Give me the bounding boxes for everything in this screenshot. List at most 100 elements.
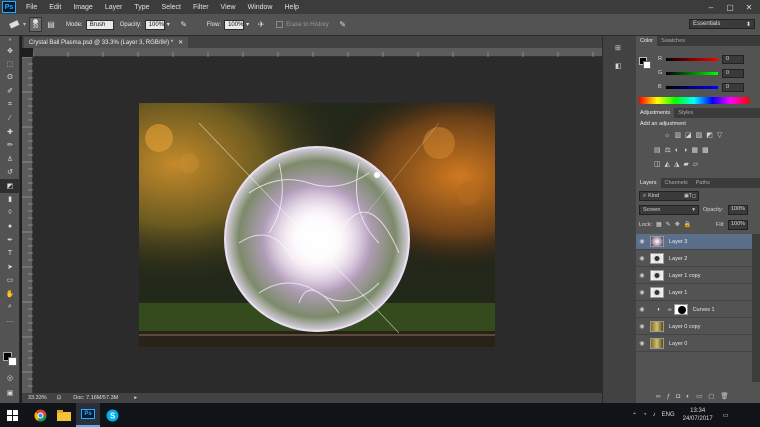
opacity-dropdown-icon[interactable]: ▾ bbox=[167, 21, 170, 28]
channel-b-slider[interactable] bbox=[666, 86, 718, 89]
clone-stamp-tool-icon[interactable]: ♙ bbox=[0, 152, 20, 166]
properties-panel-icon[interactable]: ◧ bbox=[615, 62, 622, 70]
menu-window[interactable]: Window bbox=[242, 4, 279, 11]
skype-icon[interactable]: S bbox=[100, 403, 124, 427]
brush-size-preview[interactable]: 30 bbox=[29, 17, 43, 32]
channel-r-value[interactable]: 0 bbox=[722, 55, 744, 64]
canvas-area[interactable] bbox=[33, 57, 602, 393]
visibility-eye-icon[interactable]: ◉ bbox=[636, 289, 648, 296]
menu-file[interactable]: File bbox=[20, 4, 43, 11]
adjustment-icons-row-1[interactable]: ☼▥◪▨◩▽ bbox=[664, 131, 726, 139]
fill-input[interactable]: 100% bbox=[728, 220, 748, 230]
layer-name[interactable]: Layer 1 bbox=[669, 290, 687, 296]
crop-tool-icon[interactable]: ⌗ bbox=[0, 98, 20, 112]
tab-color[interactable]: Color bbox=[636, 36, 658, 46]
blend-mode-select[interactable]: Screen ▾ bbox=[639, 205, 699, 215]
volume-icon[interactable]: ♪ bbox=[653, 412, 656, 418]
menu-filter[interactable]: Filter bbox=[187, 4, 215, 11]
layer-row-layer-3[interactable]: ◉ Layer 3 bbox=[636, 234, 752, 250]
layer-row-layer-0[interactable]: ◉ Layer 0 bbox=[636, 336, 752, 352]
status-icon[interactable]: ⊡ bbox=[57, 395, 62, 401]
tab-layers[interactable]: Layers bbox=[636, 178, 661, 188]
quick-mask-icon[interactable]: ◎ bbox=[0, 371, 20, 385]
layer-name[interactable]: Layer 0 bbox=[669, 341, 687, 347]
move-tool-icon[interactable]: ✥ bbox=[0, 44, 20, 58]
tab-paths[interactable]: Paths bbox=[692, 178, 714, 188]
action-center-icon[interactable]: ▭ bbox=[723, 412, 729, 419]
layer-name[interactable]: Layer 3 bbox=[669, 239, 687, 245]
tab-styles[interactable]: Styles bbox=[674, 108, 697, 118]
type-tool-icon[interactable]: T bbox=[0, 247, 20, 261]
menu-view[interactable]: View bbox=[215, 4, 242, 11]
language-indicator[interactable]: ENG bbox=[662, 412, 675, 418]
screen-mode-icon[interactable]: ▣ bbox=[0, 386, 20, 400]
channel-r-slider[interactable] bbox=[666, 58, 718, 61]
close-tab-icon[interactable]: ✕ bbox=[178, 39, 183, 46]
eraser-tool-active-icon[interactable]: ◩ bbox=[0, 179, 20, 193]
bg-color-chip[interactable] bbox=[643, 61, 651, 69]
layer-row-curves-1[interactable]: ◉ ◐ ∞ Curves 1 bbox=[636, 302, 752, 318]
tab-swatches[interactable]: Swatches bbox=[657, 36, 689, 46]
more-tools-icon[interactable]: … bbox=[0, 314, 20, 328]
mode-select[interactable]: Brush bbox=[85, 19, 114, 30]
channel-g-slider[interactable] bbox=[666, 72, 718, 75]
quick-selection-tool-icon[interactable]: ✐ bbox=[0, 85, 20, 99]
menu-select[interactable]: Select bbox=[156, 4, 187, 11]
zoom-tool-icon[interactable]: ⌕ bbox=[0, 301, 20, 315]
layer-row-layer-1-copy[interactable]: ◉ Layer 1 copy bbox=[636, 268, 752, 284]
eraser-tool-icon[interactable] bbox=[8, 19, 20, 31]
airbrush-icon[interactable]: ✈ bbox=[255, 19, 267, 31]
maximize-icon[interactable]: ▢ bbox=[721, 0, 739, 14]
gradient-tool-icon[interactable]: ▮ bbox=[0, 193, 20, 207]
rectangle-tool-icon[interactable]: ▭ bbox=[0, 274, 20, 288]
spot-healing-tool-icon[interactable]: ✚ bbox=[0, 125, 20, 139]
preset-dropdown-icon[interactable]: ▾ bbox=[23, 21, 26, 28]
lock-icons[interactable]: ▦✎✥🔒 bbox=[656, 221, 695, 228]
adjustment-icons-row-2[interactable]: ▤⚖◐◑▦▩ bbox=[654, 146, 713, 154]
file-explorer-icon[interactable] bbox=[52, 403, 76, 427]
adjustment-icons-row-3[interactable]: ◫◭◮▰▱ bbox=[654, 160, 702, 168]
pen-tool-icon[interactable]: ✒ bbox=[0, 233, 20, 247]
dodge-tool-icon[interactable]: ● bbox=[0, 220, 20, 234]
brush-panel-icon[interactable]: ▤ bbox=[45, 19, 57, 31]
menu-help[interactable]: Help bbox=[279, 4, 305, 11]
layer-action-icons[interactable]: ∞ƒ◘◐▭▢🗑 bbox=[656, 392, 735, 400]
layer-row-layer-2[interactable]: ◉ Layer 2 bbox=[636, 251, 752, 267]
visibility-eye-icon[interactable]: ◉ bbox=[636, 255, 648, 262]
document-tab[interactable]: Crystal Ball Plasma.psd @ 33.3% (Layer 3… bbox=[24, 37, 189, 48]
lasso-tool-icon[interactable]: ʘ bbox=[0, 71, 20, 85]
chain-link-icon[interactable]: ∞ bbox=[668, 307, 672, 313]
layers-scrollbar[interactable] bbox=[752, 234, 760, 382]
hand-tool-icon[interactable]: ✋ bbox=[0, 287, 20, 301]
zoom-level[interactable]: 33.33% bbox=[28, 395, 47, 401]
layer-name[interactable]: Curves 1 bbox=[693, 307, 715, 313]
clock[interactable]: 13:34 24/07/2017 bbox=[683, 407, 713, 423]
minimize-icon[interactable]: – bbox=[702, 0, 720, 14]
flow-dropdown-icon[interactable]: ▾ bbox=[246, 21, 249, 28]
chrome-icon[interactable] bbox=[28, 403, 52, 427]
visibility-eye-icon[interactable]: ◉ bbox=[636, 306, 648, 313]
channel-g-value[interactable]: 0 bbox=[722, 69, 744, 78]
visibility-eye-icon[interactable]: ◉ bbox=[636, 272, 648, 279]
layer-name[interactable]: Layer 2 bbox=[669, 256, 687, 262]
channel-b-value[interactable]: 0 bbox=[722, 83, 744, 92]
layer-name[interactable]: Layer 1 copy bbox=[669, 273, 701, 279]
status-menu-icon[interactable]: ▸ bbox=[134, 395, 137, 401]
tab-adjustments[interactable]: Adjustments bbox=[636, 108, 675, 118]
photoshop-taskbar-icon[interactable]: Ps bbox=[76, 403, 100, 427]
color-spectrum-bar[interactable] bbox=[639, 97, 749, 104]
visibility-eye-icon[interactable]: ◉ bbox=[636, 323, 648, 330]
layer-mask-thumbnail[interactable] bbox=[673, 304, 688, 315]
eyedropper-tool-icon[interactable]: ⁄ bbox=[0, 112, 20, 126]
layer-kind-filter[interactable]: ⌕ Kind ▣T◻ bbox=[639, 191, 699, 201]
pressure-opacity-icon[interactable]: ✎ bbox=[178, 19, 190, 31]
layer-name[interactable]: Layer 0 copy bbox=[669, 324, 701, 330]
marquee-tool-icon[interactable]: ⬚ bbox=[0, 58, 20, 72]
history-brush-tool-icon[interactable]: ↺ bbox=[0, 166, 20, 180]
blur-tool-icon[interactable]: ◊ bbox=[0, 206, 20, 220]
opacity-input[interactable]: 100% bbox=[144, 19, 165, 30]
workspace-select[interactable]: Essentials ⬍ bbox=[689, 19, 755, 29]
menu-edit[interactable]: Edit bbox=[43, 4, 67, 11]
tab-channels[interactable]: Channels bbox=[661, 178, 692, 188]
windows-start-icon[interactable] bbox=[0, 403, 24, 427]
